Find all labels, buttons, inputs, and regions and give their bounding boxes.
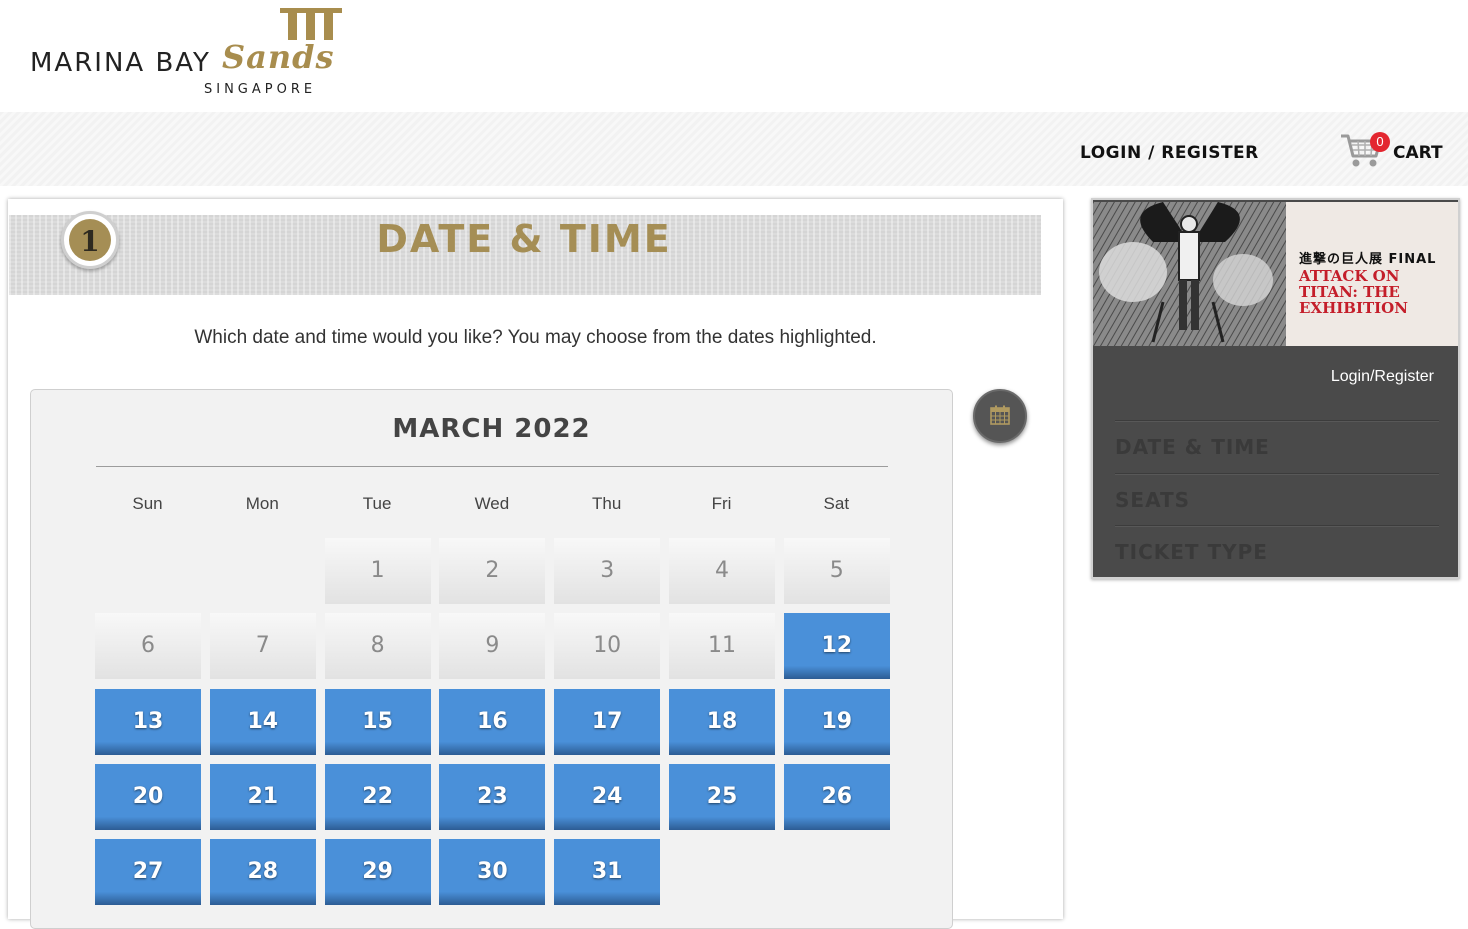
calendar-icon (990, 405, 1010, 425)
calendar-day-available[interactable]: 12 (783, 613, 890, 680)
calendar-day-available[interactable]: 19 (783, 688, 890, 755)
weekday-header: Sat (823, 494, 850, 513)
weekday-header: Mon (245, 494, 279, 513)
sidebar-step-label: DATE & TIME (1115, 435, 1270, 459)
calendar-day-unavailable: 10 (554, 613, 661, 680)
site-header: MARINA BAY Sands SINGAPORE (0, 0, 1468, 112)
calendar-day-unavailable: 1 (324, 538, 431, 604)
calendar-day-available[interactable]: 20 (95, 763, 201, 830)
weekday-header: Fri (711, 494, 732, 513)
calendar-day-available[interactable]: 17 (554, 688, 661, 755)
calendar-day-available[interactable]: 15 (324, 688, 431, 755)
cart-link[interactable]: CART (1393, 143, 1443, 163)
calendar-day-available[interactable]: 25 (669, 763, 775, 830)
calendar-month-label: MARCH 2022 (392, 414, 591, 444)
weekday-header: Thu (592, 494, 622, 513)
calendar-day-available[interactable]: 21 (209, 763, 316, 830)
calendar-day-unavailable: 6 (95, 613, 201, 680)
calendar-day-unavailable: 5 (783, 538, 890, 604)
step-title: DATE & TIME (376, 217, 672, 261)
calendar-day-available[interactable]: 30 (439, 839, 546, 906)
event-artwork-image (1093, 202, 1286, 346)
calendar-day-available[interactable]: 27 (95, 839, 201, 906)
date-calendar: MARCH 2022 Sun Mon Tue Wed Thu Fri Sat 1 2 3 4 5 6 7 8… (30, 389, 953, 929)
marina-bay-sands-logo[interactable]: MARINA BAY Sands SINGAPORE (30, 8, 350, 100)
sidebar-step-label: TICKET TYPE (1115, 540, 1268, 564)
cart-count-badge: 0 (1370, 132, 1390, 152)
booking-summary-sidebar: 進撃の巨人展 FINAL ATTACK ON TITAN: THE EXHIBI… (1091, 198, 1460, 579)
calendar-day-unavailable: 9 (439, 613, 546, 680)
event-banner: 進撃の巨人展 FINAL ATTACK ON TITAN: THE EXHIBI… (1093, 202, 1458, 346)
weekday-header: Sun (132, 494, 163, 513)
calendar-day-available[interactable]: 13 (95, 688, 201, 755)
calendar-day-available[interactable]: 29 (324, 839, 431, 906)
top-navbar: LOGIN / REGISTER 0 CART (0, 112, 1468, 186)
sidebar-step-date-time: DATE & TIME (1115, 420, 1439, 473)
login-register-link[interactable]: LOGIN / REGISTER (1080, 143, 1259, 163)
calendar-day-unavailable: 7 (209, 613, 316, 680)
sidebar-step-ticket-type: TICKET TYPE (1115, 525, 1439, 578)
calendar-day-available[interactable]: 18 (669, 688, 775, 755)
event-title: ATTACK ON TITAN: THE EXHIBITION (1299, 267, 1408, 317)
calendar-day-available[interactable]: 24 (554, 763, 661, 830)
logo-wordmark: MARINA BAY (30, 48, 211, 78)
calendar-toggle-button[interactable] (973, 389, 1027, 443)
logo-subtitle: SINGAPORE (204, 82, 317, 97)
calendar-day-available[interactable]: 22 (324, 763, 431, 830)
calendar-divider (96, 466, 888, 467)
sidebar-step-label: SEATS (1115, 488, 1191, 512)
weekday-header: Wed (474, 494, 510, 513)
calendar-day-unavailable: 4 (669, 538, 775, 604)
calendar-day-available[interactable]: 23 (439, 763, 546, 830)
calendar-day-available[interactable]: 28 (209, 839, 316, 906)
sidebar-step-seats: SEATS (1115, 473, 1439, 526)
calendar-day-available[interactable]: 26 (783, 763, 890, 830)
calendar-day-available[interactable]: 16 (439, 688, 546, 755)
calendar-day-unavailable: 2 (439, 538, 546, 604)
calendar-day-unavailable: 8 (324, 613, 431, 680)
calendar-day-unavailable: 3 (554, 538, 661, 604)
calendar-day-available[interactable]: 31 (554, 839, 661, 906)
calendar-day-unavailable: 11 (669, 613, 775, 680)
booking-panel: 1 DATE & TIME Which date and time would … (8, 199, 1063, 929)
event-title-japanese: 進撃の巨人展 FINAL (1299, 252, 1437, 267)
logo-script: Sands (222, 38, 335, 76)
sidebar-login-link[interactable]: Login/Register (1331, 368, 1434, 386)
calendar-day-available[interactable]: 14 (209, 688, 316, 755)
date-instructions: Which date and time would you like? You … (194, 327, 877, 348)
hotel-towers-icon (280, 8, 342, 40)
weekday-header: Tue (362, 494, 392, 513)
